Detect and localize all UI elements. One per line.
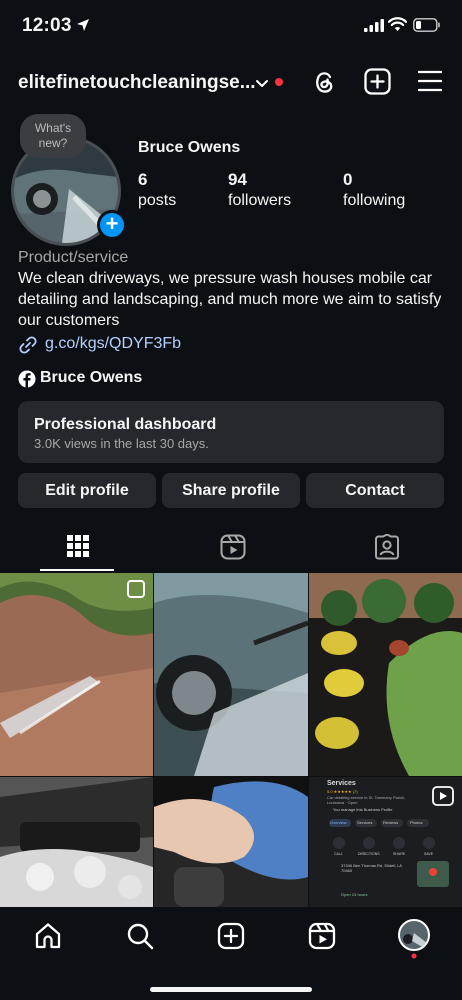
maps-thumb-hours: Open 24 hours — [341, 892, 368, 897]
reels-nav-icon[interactable] — [308, 922, 336, 955]
stat-following-value: 0 — [343, 170, 353, 189]
maps-thumb-address: 37346 Ben Thomas Rd, Slidell, LA 70460 — [341, 863, 402, 873]
tab-reels[interactable] — [154, 528, 308, 572]
home-indicator[interactable] — [150, 987, 312, 992]
maps-thumb-action-directions: DIRECTIONS — [358, 852, 380, 856]
grid-icon — [67, 535, 89, 557]
reels-icon — [220, 534, 246, 560]
stat-followers-label: followers — [228, 192, 292, 209]
post-thumbnail-6[interactable]: Services 5.0 ★★★★★ (7) Car detailing ser… — [309, 777, 462, 907]
profile-bio: We clean driveways, we pressure wash hou… — [18, 270, 442, 329]
wifi-icon — [387, 17, 408, 37]
maps-thumb-manage: You manage this Business Profile — [333, 807, 393, 812]
tagged-icon — [375, 534, 399, 560]
create-post-icon[interactable] — [364, 68, 391, 100]
stat-followers-value: 94 — [228, 170, 247, 189]
post-thumbnail-3[interactable] — [309, 573, 462, 776]
profile-nav-avatar[interactable] — [398, 919, 430, 964]
profile-header: elitefinetouchcleaningse... — [0, 62, 462, 102]
stat-posts[interactable]: 6 posts — [138, 170, 176, 210]
search-icon[interactable] — [126, 922, 154, 955]
posts-grid: Services 5.0 ★★★★★ (7) Car detailing ser… — [0, 573, 462, 907]
stat-following-label: following — [343, 192, 406, 209]
notification-dot — [275, 78, 283, 86]
location-arrow-icon — [76, 18, 90, 37]
home-icon[interactable] — [34, 922, 62, 955]
stat-posts-label: posts — [138, 192, 177, 209]
profile-tabs — [0, 528, 462, 572]
menu-icon[interactable] — [417, 70, 443, 97]
bottom-nav — [0, 907, 462, 1000]
maps-thumb-tab-photos: Photos — [410, 820, 423, 825]
facebook-name: Bruce Owens — [40, 369, 143, 386]
stat-posts-value: 6 — [138, 170, 148, 189]
post-thumbnail-5[interactable] — [154, 777, 308, 907]
status-time: 12:03 — [22, 15, 72, 36]
maps-thumb-desc: Car detailing service in St. Tammany Par… — [327, 795, 406, 805]
maps-thumb-action-save: SAVE — [424, 852, 434, 856]
dashboard-title: Professional dashboard — [34, 416, 217, 433]
tab-posts-grid[interactable] — [0, 528, 154, 572]
professional-dashboard[interactable]: Professional dashboard 3.0K views in the… — [18, 401, 444, 463]
maps-thumb-tab-services: Services — [357, 820, 373, 825]
stat-following[interactable]: 0 following — [343, 170, 405, 210]
post-thumbnail-2[interactable] — [154, 573, 308, 776]
maps-thumb-action-call: CALL — [334, 852, 343, 856]
contact-button[interactable]: Contact — [306, 473, 444, 508]
maps-thumb-title: Services — [327, 780, 356, 787]
account-switcher[interactable]: elitefinetouchcleaningse... — [18, 72, 256, 94]
maps-thumb-rating: 5.0 ★★★★★ (7) — [327, 789, 358, 794]
battery-icon — [413, 18, 441, 37]
active-tab-indicator — [40, 569, 114, 571]
profile-category: Product/service — [18, 249, 129, 266]
threads-icon[interactable] — [311, 68, 337, 101]
share-profile-button[interactable]: Share profile — [162, 473, 300, 508]
stat-followers[interactable]: 94 followers — [228, 170, 291, 210]
maps-thumb-action-share: SHARE — [393, 852, 406, 856]
post-thumbnail-1[interactable] — [0, 573, 153, 776]
add-story-plus-icon[interactable]: + — [97, 210, 127, 240]
create-icon[interactable] — [217, 922, 245, 955]
display-name: Bruce Owens — [138, 139, 241, 156]
chevron-down-icon[interactable] — [255, 76, 269, 94]
maps-thumb-tab-overview: Overview — [330, 820, 347, 825]
notes-bubble[interactable]: What's new? — [20, 114, 86, 158]
edit-profile-button[interactable]: Edit profile — [18, 473, 156, 508]
tab-tagged[interactable] — [308, 528, 462, 572]
profile-link-text: g.co/kgs/QDYF3Fb — [45, 335, 182, 352]
dashboard-subtitle: 3.0K views in the last 30 days. — [34, 436, 209, 451]
post-thumbnail-4[interactable] — [0, 777, 153, 907]
status-bar: 12:03 — [0, 0, 462, 52]
notes-bubble-text: What's new? — [34, 121, 72, 150]
cellular-signal-icon — [364, 19, 384, 37]
maps-thumb-tab-reviews: Reviews — [383, 820, 399, 825]
